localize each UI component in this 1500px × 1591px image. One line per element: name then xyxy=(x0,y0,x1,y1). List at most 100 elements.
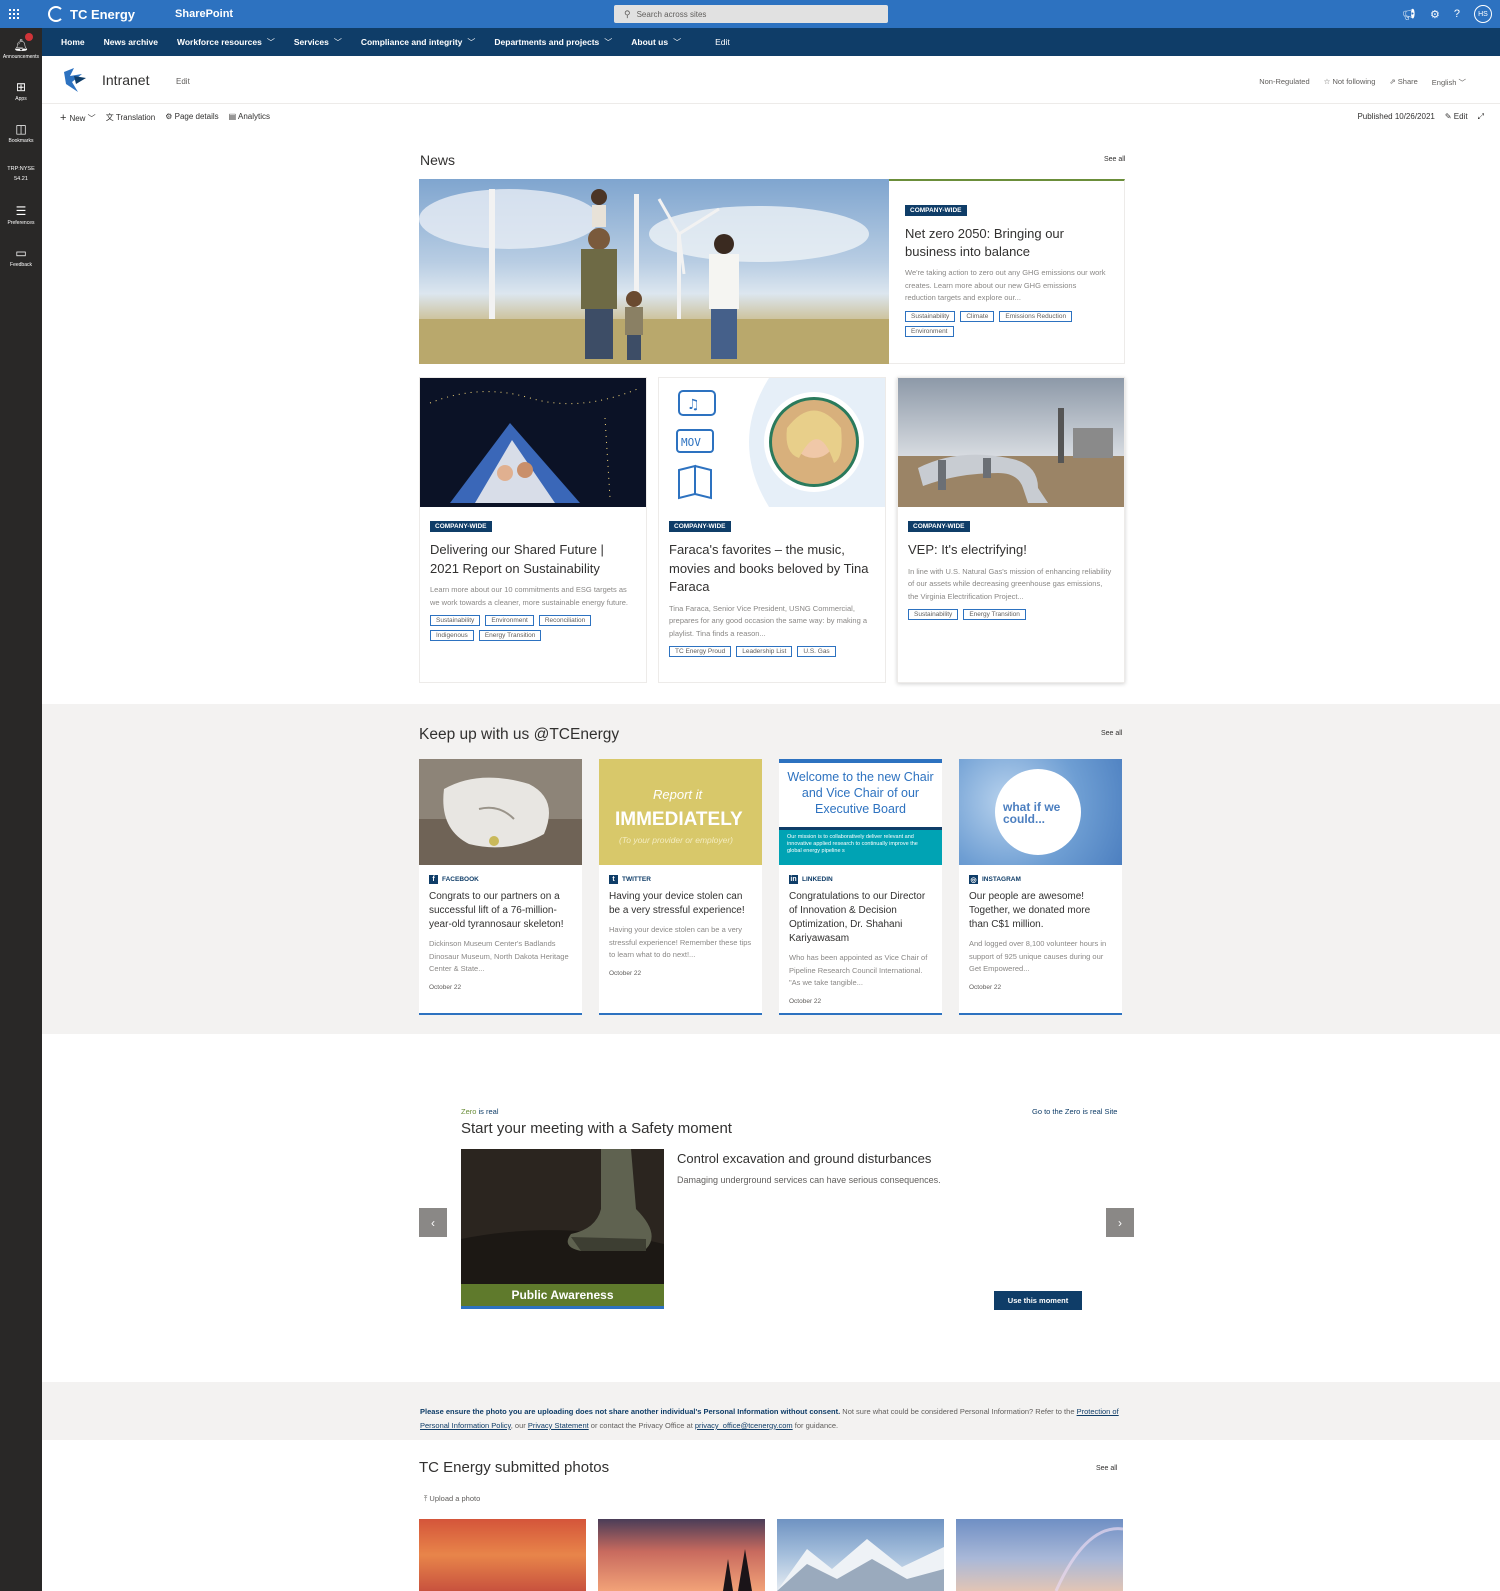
social-card[interactable]: f FACEBOOK Congrats to our partners on a … xyxy=(419,759,582,1015)
category-badge: COMPANY-WIDE xyxy=(908,521,970,532)
page-details-button[interactable]: ⚙ Page details xyxy=(165,112,218,124)
site-edit-link[interactable]: Edit xyxy=(176,77,190,86)
social-post-date: October 22 xyxy=(609,969,642,977)
twitter-icon: t xyxy=(609,875,618,884)
tag[interactable]: Energy Transition xyxy=(478,630,542,641)
photo-sunset-trees[interactable] xyxy=(598,1519,765,1591)
tag[interactable]: Sustainability xyxy=(908,609,959,620)
category-badge: COMPANY-WIDE xyxy=(430,521,492,532)
nav-edit-link[interactable]: Edit xyxy=(715,37,730,47)
tag[interactable]: Energy Transition xyxy=(963,609,1026,620)
tent-image xyxy=(420,378,646,507)
upload-photo-button[interactable]: ⤒ Upload a photo xyxy=(424,1494,480,1504)
social-post-title[interactable]: Our people are awesome! Together, we don… xyxy=(969,890,1112,932)
tag[interactable]: U.S. Gas xyxy=(797,646,836,657)
tag[interactable]: Climate xyxy=(960,310,995,322)
rail-apps[interactable]: ⊞ Apps xyxy=(0,70,42,112)
image-mission: Our mission is to collaboratively delive… xyxy=(779,827,942,865)
nav-about-us[interactable]: About us ﹀ xyxy=(631,37,681,48)
safety-image[interactable]: Public Awareness xyxy=(461,1149,664,1309)
photo-sunset-clouds[interactable] xyxy=(419,1519,586,1591)
hero-news-card[interactable]: COMPANY-WIDE Net zero 2050: Bringing our… xyxy=(889,179,1125,364)
news-title[interactable]: Faraca's favorites – the music, movies a… xyxy=(669,541,875,597)
news-card[interactable]: ♫ MOV COMPANY-WIDE Faraca's favorites – … xyxy=(658,377,886,683)
instagram-icon: ◎ xyxy=(969,875,978,884)
network-label: LINKEDIN xyxy=(802,876,833,883)
news-title[interactable]: Delivering our Shared Future | 2021 Repo… xyxy=(430,541,636,578)
new-button[interactable]: + New ﹀ xyxy=(60,112,96,124)
social-card[interactable]: Welcome to the new Chair and Vice Chair … xyxy=(779,759,942,1015)
translation-button[interactable]: 文 Translation xyxy=(106,112,156,124)
tc-logo-icon xyxy=(48,6,64,22)
hero-news-title[interactable]: Net zero 2050: Bringing our business int… xyxy=(905,225,1108,261)
nav-workforce-resources[interactable]: Workforce resources ﹀ xyxy=(177,37,275,48)
tag[interactable]: Environment xyxy=(485,615,534,626)
megaphone-icon[interactable]: 📢︎ xyxy=(1402,8,1416,21)
language-select[interactable]: English ﹀ xyxy=(1432,77,1466,88)
photo-mountains[interactable] xyxy=(777,1519,944,1591)
use-moment-button[interactable]: Use this moment xyxy=(994,1291,1082,1310)
tag[interactable]: TC Energy Proud xyxy=(669,646,732,657)
search-box[interactable]: ⚲ Search across sites xyxy=(614,5,888,23)
analytics-button[interactable]: ▤ Analytics xyxy=(229,112,270,124)
rail-feedback[interactable]: ▭ Feedback xyxy=(0,236,42,278)
page-edit-button[interactable]: ✎ Edit xyxy=(1445,112,1468,122)
nav-services[interactable]: Services ﹀ xyxy=(294,37,342,48)
next-button[interactable]: › xyxy=(1106,1208,1134,1237)
category-badge: COMPANY-WIDE xyxy=(905,205,967,216)
privacy-email-link[interactable]: privacy_office@tcenergy.com xyxy=(695,1421,793,1430)
nav-compliance[interactable]: Compliance and integrity ﹀ xyxy=(361,37,476,48)
sharepoint-link[interactable]: SharePoint xyxy=(175,8,233,20)
tag[interactable]: Sustainability xyxy=(905,310,956,322)
moment-title: Control excavation and ground disturbanc… xyxy=(677,1151,932,1166)
site-logo-icon[interactable] xyxy=(60,66,90,94)
social-card[interactable]: Report it IMMEDIATELY (To your provider … xyxy=(599,759,762,1015)
news-card[interactable]: COMPANY-WIDE VEP: It's electrifying! In … xyxy=(897,377,1125,683)
news-title[interactable]: VEP: It's electrifying! xyxy=(908,541,1114,560)
translate-icon: 文 xyxy=(105,113,116,122)
photo-rainbow[interactable] xyxy=(956,1519,1123,1591)
rail-bookmarks[interactable]: ◫ Bookmarks xyxy=(0,112,42,154)
tag[interactable]: Indigenous xyxy=(430,630,474,641)
photos-see-all-link[interactable]: See all xyxy=(1096,1465,1117,1472)
social-post-title[interactable]: Congratulations to our Director of Innov… xyxy=(789,890,932,946)
expand-icon[interactable]: ⤢ xyxy=(1478,112,1484,122)
social-post-title[interactable]: Having your device stolen can be a very … xyxy=(609,890,752,918)
rail-preferences[interactable]: ☰ Preferences xyxy=(0,194,42,236)
share-button[interactable]: ⇗ Share xyxy=(1389,77,1417,88)
social-see-all-link[interactable]: See all xyxy=(1101,730,1122,737)
moment-desc: Damaging underground services can have s… xyxy=(677,1175,941,1185)
hero-image[interactable] xyxy=(419,179,889,364)
news-card[interactable]: COMPANY-WIDE Delivering our Shared Futur… xyxy=(419,377,647,683)
social-card[interactable]: what if we could... ◎ INSTAGRAM Our peopl… xyxy=(959,759,1122,1015)
gear-icon[interactable]: ⚙ xyxy=(1430,8,1440,21)
stock-ticker[interactable]: TRP:NYSE 54.21 xyxy=(0,154,42,194)
social-post-date: October 22 xyxy=(429,983,462,991)
social-post-date: October 22 xyxy=(969,983,1002,991)
follow-button[interactable]: ☆ Not following xyxy=(1324,77,1376,88)
image-text-provider: (To your provider or employer) xyxy=(619,835,734,845)
previous-button[interactable]: ‹ xyxy=(419,1208,447,1237)
tag[interactable]: Reconciliation xyxy=(538,615,592,626)
brand-logo[interactable]: TC Energy xyxy=(48,6,135,22)
social-post-title[interactable]: Congrats to our partners on a successful… xyxy=(429,890,572,932)
social-post-desc: And logged over 8,100 volunteer hours in… xyxy=(969,939,1107,973)
tag[interactable]: Sustainability xyxy=(430,615,481,626)
tag[interactable]: Environment xyxy=(905,325,954,337)
help-icon[interactable]: ? xyxy=(1454,8,1460,20)
news-title: News xyxy=(420,152,456,168)
zero-site-link[interactable]: Go to the Zero is real Site xyxy=(1032,1107,1117,1116)
regulated-status[interactable]: Non-Regulated xyxy=(1259,77,1309,88)
tag[interactable]: Emissions Reduction xyxy=(999,310,1073,322)
app-launcher-icon[interactable] xyxy=(0,0,28,28)
tag[interactable]: Leadership List xyxy=(736,646,793,657)
chevron-down-icon: ﹀ xyxy=(604,37,613,47)
nav-departments[interactable]: Departments and projects ﹀ xyxy=(494,37,612,48)
site-title[interactable]: Intranet xyxy=(102,72,149,88)
news-see-all-link[interactable]: See all xyxy=(1104,156,1125,163)
avatar[interactable]: HS xyxy=(1474,5,1492,23)
rail-announcements[interactable]: 🔔︎ Announcements xyxy=(0,28,42,70)
nav-news-archive[interactable]: News archive xyxy=(104,37,158,47)
privacy-statement-link[interactable]: Privacy Statement xyxy=(528,1421,589,1430)
nav-home[interactable]: Home xyxy=(61,37,85,47)
